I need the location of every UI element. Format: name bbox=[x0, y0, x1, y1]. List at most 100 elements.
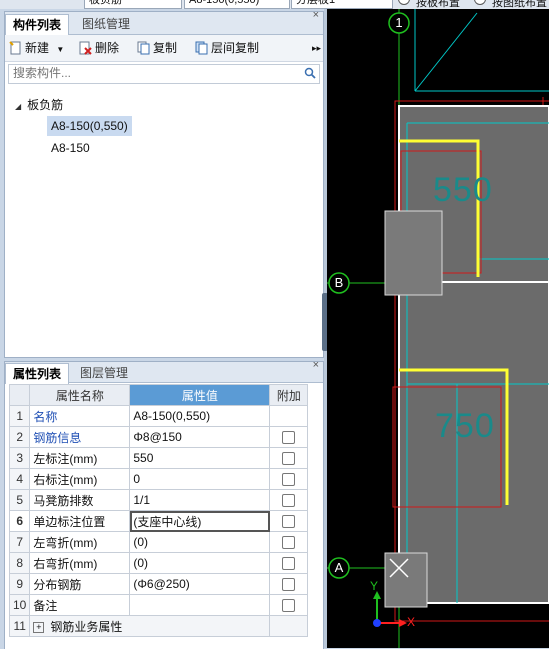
copy-icon bbox=[137, 41, 150, 55]
ucs-origin-icon bbox=[373, 619, 381, 627]
expand-plus-icon[interactable]: + bbox=[33, 621, 45, 633]
panel-pin-icon[interactable]: × bbox=[313, 9, 319, 21]
floor-copy-icon bbox=[195, 41, 208, 55]
extra-cell bbox=[269, 573, 309, 595]
tree-root-label: 板负筋 bbox=[27, 98, 64, 112]
table-row[interactable]: 3 左标注(mm) 550 bbox=[8, 447, 309, 469]
collapse-triangle-icon[interactable]: ◢ bbox=[15, 102, 21, 111]
row-number: 5 bbox=[8, 489, 31, 511]
property-name: 钢筋信息 bbox=[29, 426, 131, 448]
extra-checkbox[interactable] bbox=[282, 452, 296, 466]
property-value[interactable]: (Φ6@250) bbox=[129, 573, 271, 595]
table-row[interactable]: 8 右弯折(mm) (0) bbox=[8, 552, 309, 574]
component-name-combo[interactable]: A8-150(0,550) bbox=[184, 0, 290, 9]
property-list-panel: 属性列表 图层管理 × 属性名称 属性值 附加 1 名称 A8-150(0,55… bbox=[4, 359, 324, 649]
property-panel-pin-icon[interactable]: × bbox=[313, 359, 319, 371]
property-value[interactable]: Φ8@150 bbox=[129, 426, 271, 448]
tree-item-a8-150-0-550[interactable]: A8-150(0,550) bbox=[47, 116, 132, 136]
new-button[interactable]: 新建 ▼ bbox=[9, 39, 64, 57]
copy-button[interactable]: 复制 bbox=[137, 39, 177, 57]
tab-component-list[interactable]: 构件列表 bbox=[5, 14, 70, 36]
property-value[interactable]: (0) bbox=[129, 531, 271, 553]
property-value[interactable] bbox=[129, 594, 271, 616]
extra-cell bbox=[269, 510, 309, 532]
extra-checkbox[interactable] bbox=[282, 473, 296, 487]
row-number: 6 bbox=[8, 510, 31, 532]
ucs-y-label: Y bbox=[370, 579, 379, 593]
component-search-input[interactable] bbox=[9, 65, 297, 81]
radio-by-slab[interactable] bbox=[398, 0, 410, 5]
row-number: 1 bbox=[8, 405, 31, 427]
header-name: 属性名称 bbox=[29, 384, 131, 406]
table-row[interactable]: 1 名称 A8-150(0,550) bbox=[8, 405, 309, 427]
floor-copy-button[interactable]: 层间复制 bbox=[195, 39, 259, 57]
floor-layer-combo[interactable]: 分层板1 bbox=[291, 0, 393, 9]
table-row[interactable]: 4 右标注(mm) 0 bbox=[8, 468, 309, 490]
table-row-group[interactable]: 11 + 钢筋业务属性 bbox=[8, 615, 309, 637]
extra-checkbox[interactable] bbox=[282, 557, 296, 571]
tab-layer-management[interactable]: 图层管理 bbox=[73, 363, 135, 383]
property-value[interactable]: 550 bbox=[129, 447, 271, 469]
tab-drawing-management[interactable]: 图纸管理 bbox=[75, 14, 137, 34]
drawing-canvas[interactable]: 1 B A 550 750 Y X bbox=[327, 9, 549, 648]
extra-cell bbox=[269, 531, 309, 553]
toolbar-overflow-icon[interactable]: ▸▸ bbox=[312, 39, 321, 57]
table-row[interactable]: 10 备注 bbox=[8, 594, 309, 616]
component-tabbar: 构件列表 图纸管理 × bbox=[5, 9, 323, 36]
property-name: 左标注(mm) bbox=[29, 447, 131, 469]
extra-checkbox[interactable] bbox=[282, 578, 296, 592]
property-group[interactable]: + 钢筋业务属性 bbox=[29, 615, 271, 637]
property-table: 属性名称 属性值 附加 1 名称 A8-150(0,550) 2 钢筋信息 Φ8… bbox=[8, 384, 309, 637]
table-row[interactable]: 9 分布钢筋 (Φ6@250) bbox=[8, 573, 309, 595]
extra-checkbox[interactable] bbox=[282, 494, 296, 508]
radio-by-drawing[interactable] bbox=[474, 0, 486, 5]
axis-label-1: 1 bbox=[395, 15, 403, 30]
new-label: 新建 bbox=[25, 41, 50, 55]
row-number: 11 bbox=[8, 615, 31, 637]
top-toolbar-strip: 板负筋 A8-150(0,550) 分层板1 按板布置 按图纸布置 bbox=[0, 0, 549, 9]
row-number: 4 bbox=[8, 468, 31, 490]
row-number: 7 bbox=[8, 531, 31, 553]
property-name: 右标注(mm) bbox=[29, 468, 131, 490]
component-type-combo[interactable]: 板负筋 bbox=[84, 0, 182, 9]
table-row[interactable]: 7 左弯折(mm) (0) bbox=[8, 531, 309, 553]
extra-checkbox[interactable] bbox=[282, 431, 296, 445]
support-box-upper bbox=[384, 210, 443, 296]
header-num bbox=[8, 384, 31, 406]
row-number: 8 bbox=[8, 552, 31, 574]
property-name: 马凳筋排数 bbox=[29, 489, 131, 511]
property-tabbar: 属性列表 图层管理 × bbox=[5, 359, 323, 384]
tab-property-list[interactable]: 属性列表 bbox=[5, 363, 70, 384]
dimension-750: 750 bbox=[435, 407, 495, 445]
cyan-diagonal bbox=[414, 12, 478, 92]
table-row[interactable]: 5 马凳筋排数 1/1 bbox=[8, 489, 309, 511]
property-value[interactable]: 0 bbox=[129, 468, 271, 490]
component-list-panel: 构件列表 图纸管理 × 新建 ▼ 删除 复制 层间复制 ▸▸ ◢ 板负筋 A8-1… bbox=[4, 9, 324, 358]
property-name: 单边标注位置 bbox=[29, 510, 131, 532]
extra-cell bbox=[269, 405, 309, 427]
drawing-svg bbox=[327, 9, 549, 648]
extra-cell bbox=[269, 615, 309, 637]
extra-cell bbox=[269, 489, 309, 511]
table-row[interactable]: 2 钢筋信息 Φ8@150 bbox=[8, 426, 309, 448]
property-value[interactable]: A8-150(0,550) bbox=[129, 405, 271, 427]
extra-checkbox[interactable] bbox=[282, 599, 296, 613]
property-value[interactable]: (0) bbox=[129, 552, 271, 574]
row-number: 10 bbox=[8, 594, 31, 616]
property-value[interactable]: (支座中心线) bbox=[129, 510, 271, 532]
extra-checkbox[interactable] bbox=[282, 536, 296, 550]
axis-label-b: B bbox=[334, 275, 344, 290]
delete-button[interactable]: 删除 bbox=[79, 39, 119, 57]
new-icon bbox=[9, 41, 21, 55]
ucs-x-arrow-icon bbox=[399, 619, 407, 627]
row-number: 2 bbox=[8, 426, 31, 448]
property-name: 左弯折(mm) bbox=[29, 531, 131, 553]
search-icon[interactable] bbox=[304, 67, 316, 79]
extra-checkbox[interactable] bbox=[282, 515, 296, 529]
table-row-selected[interactable]: 6 单边标注位置 (支座中心线) bbox=[8, 510, 309, 532]
property-value[interactable]: 1/1 bbox=[129, 489, 271, 511]
tree-item-a8-150[interactable]: A8-150 bbox=[51, 138, 90, 158]
row-number: 3 bbox=[8, 447, 31, 469]
new-dropdown-icon[interactable]: ▼ bbox=[56, 45, 64, 54]
tree-root-slab-neg-rebar[interactable]: ◢ 板负筋 bbox=[15, 95, 63, 115]
